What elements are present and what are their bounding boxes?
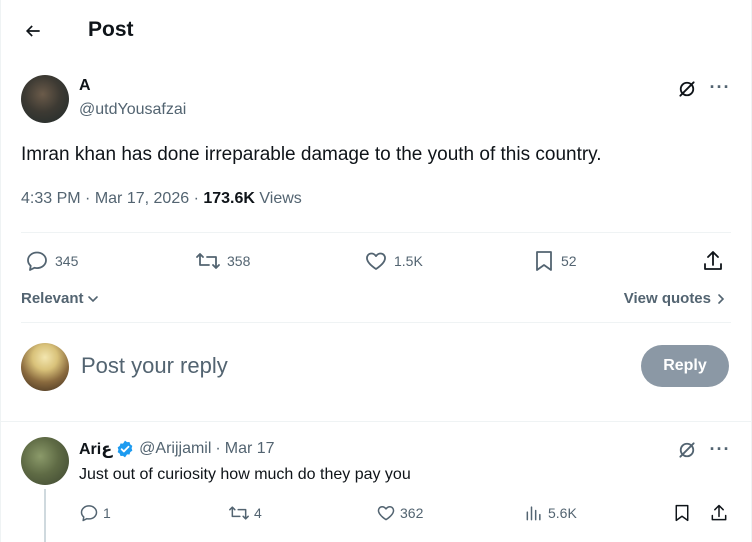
reply-header: Ariع @Arijjamil · Mar 17 <box>79 439 275 459</box>
chevron-down-icon <box>87 295 98 302</box>
reply-share-action[interactable] <box>709 503 729 523</box>
reply-count: 345 <box>55 253 79 269</box>
post-meta: 4:33 PM · Mar 17, 2026 · 173.6K Views <box>21 190 302 208</box>
repost-count: 358 <box>227 253 251 269</box>
views-count: 173.6K <box>203 190 255 207</box>
back-button[interactable] <box>18 16 48 46</box>
share-icon <box>711 504 727 521</box>
divider <box>21 322 731 323</box>
reply-repost-count: 4 <box>254 505 262 521</box>
reply-action[interactable]: 345 <box>25 249 78 273</box>
current-user-avatar[interactable] <box>21 343 69 391</box>
meta-separator: · <box>193 190 204 207</box>
reply-input[interactable] <box>81 353 601 379</box>
author-avatar[interactable] <box>21 75 69 123</box>
back-arrow-icon <box>25 25 40 37</box>
reply-reply-count: 1 <box>103 505 111 521</box>
sort-label: Relevant <box>21 290 84 307</box>
like-icon <box>377 506 395 521</box>
reply-more-button[interactable]: ··· <box>707 438 733 460</box>
reply-author-avatar[interactable] <box>21 437 69 485</box>
bookmark-action[interactable]: 52 <box>533 249 577 273</box>
repost-icon <box>229 506 249 520</box>
reply-reply-action[interactable]: 1 <box>79 503 111 523</box>
like-icon <box>366 252 386 270</box>
reply-like-action[interactable]: 362 <box>376 503 423 523</box>
repost-action[interactable]: 358 <box>195 249 250 273</box>
chevron-right-icon <box>718 293 725 304</box>
share-icon <box>704 251 722 270</box>
view-quotes-link[interactable]: View quotes <box>624 290 728 307</box>
reply-date[interactable]: Mar 17 <box>225 440 275 458</box>
grok-button[interactable] <box>676 78 698 100</box>
bookmark-icon <box>675 504 689 522</box>
reply-author-name[interactable]: Ariع <box>79 439 112 459</box>
reply-views-count: 5.6K <box>548 505 577 521</box>
more-icon: ··· <box>709 438 731 459</box>
top-header: Post <box>0 0 752 60</box>
reply-separator: · <box>215 440 221 457</box>
post-time[interactable]: 4:33 PM <box>21 190 81 207</box>
bookmark-count: 52 <box>561 253 577 269</box>
section-divider <box>0 421 752 422</box>
thread-line <box>44 489 46 542</box>
reply-text: Just out of curiosity how much do they p… <box>79 466 411 483</box>
grok-icon <box>679 81 695 97</box>
author-name[interactable]: A <box>79 77 91 95</box>
post-date[interactable]: Mar 17, 2026 <box>95 190 189 207</box>
bookmark-icon <box>536 251 552 271</box>
post-text: Imran khan has done irreparable damage t… <box>21 144 602 165</box>
page-title: Post <box>88 18 134 41</box>
views-icon <box>526 506 541 521</box>
views-label: Views <box>259 190 302 207</box>
verified-badge-icon <box>117 440 133 458</box>
more-icon: ··· <box>709 76 731 97</box>
reply-bookmark-action[interactable] <box>673 503 691 523</box>
repost-icon <box>196 253 220 269</box>
reply-repost-action[interactable]: 4 <box>228 503 262 523</box>
reply-views-action[interactable]: 5.6K <box>524 503 577 523</box>
reply-like-count: 362 <box>400 505 424 521</box>
reply-icon <box>80 505 98 522</box>
share-action[interactable] <box>701 249 725 273</box>
reply-author-handle[interactable]: @Arijjamil <box>139 440 211 458</box>
meta-separator: · <box>85 190 95 207</box>
more-options-button[interactable]: ··· <box>707 76 733 98</box>
grok-icon <box>679 442 695 458</box>
author-handle[interactable]: @utdYousafzai <box>79 101 186 119</box>
like-action[interactable]: 1.5K <box>364 249 423 273</box>
divider <box>21 232 731 233</box>
like-count: 1.5K <box>394 253 423 269</box>
view-quotes-label: View quotes <box>623 290 711 307</box>
sort-dropdown[interactable]: Relevant <box>21 290 100 307</box>
reply-button[interactable]: Reply <box>641 345 729 387</box>
reply-icon <box>27 251 47 271</box>
reply-grok-button[interactable] <box>676 439 698 461</box>
